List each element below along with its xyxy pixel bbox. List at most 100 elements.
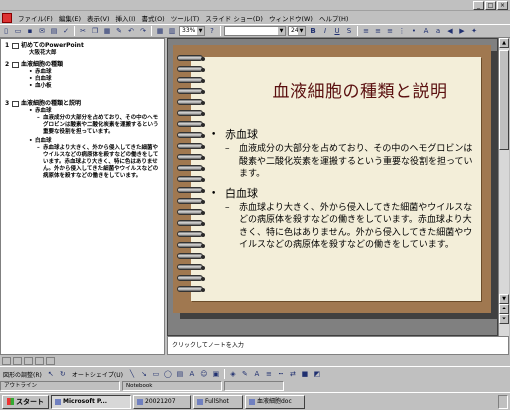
outline-slide-3[interactable]: 3 血液細胞の種類と説明 • 赤血球 – 血液成分の大部分を占めており、その中の… <box>1 100 164 180</box>
vertical-scrollbar[interactable]: ▲ ▼ ⏶ ⏷ <box>498 38 509 336</box>
scroll-up-icon[interactable]: ▲ <box>499 38 509 48</box>
font-color-icon[interactable]: A <box>252 369 262 379</box>
minimize-button[interactable]: _ <box>473 1 484 10</box>
new-icon[interactable]: ▯ <box>1 26 11 36</box>
line-icon[interactable]: ╲ <box>127 369 137 379</box>
taskbar-item[interactable]: Microsoft P... <box>51 394 131 409</box>
menu-tools[interactable]: ツール(T) <box>168 13 203 23</box>
spiral-ring <box>177 176 205 182</box>
menu-slideshow[interactable]: スライド ショー(D) <box>202 13 266 23</box>
taskbar-item[interactable]: 血液細胞doc <box>245 394 305 409</box>
spellcheck-icon[interactable]: ✓ <box>61 26 71 36</box>
menu-bar: ファイル(F) 編集(E) 表示(V) 挿入(I) 書式(O) ツール(T) ス… <box>0 11 510 24</box>
font-name-select[interactable]: ▼ <box>224 26 286 36</box>
select-icon[interactable]: ↖ <box>46 369 56 379</box>
outline-slide-1[interactable]: 1 初めてのPowerPoint 大阪花大郎 <box>1 42 164 57</box>
sorter-view-icon[interactable] <box>35 356 44 365</box>
menu-help[interactable]: ヘルプ(H) <box>316 13 351 23</box>
demote-icon[interactable]: ▶ <box>457 26 467 36</box>
slide-body[interactable]: • 赤血球 – 血液成分の大部分を占めており、その中のヘモグロビンは酸素や二酸化… <box>211 125 475 252</box>
shadow-icon[interactable]: S <box>344 26 354 36</box>
email-icon[interactable]: ✉ <box>37 26 47 36</box>
line-color-icon[interactable]: ✎ <box>240 369 250 379</box>
slide-canvas[interactable]: 血液細胞の種類と説明 • 赤血球 – 血液成分の大部分を占めており、その中のヘモ… <box>173 45 491 313</box>
open-icon[interactable]: ▭ <box>13 26 23 36</box>
outline-slide-title: 血液細胞の種類と説明 <box>21 100 82 107</box>
rectangle-icon[interactable]: ▭ <box>151 369 161 379</box>
scroll-thumb[interactable] <box>499 50 509 150</box>
start-button[interactable]: スタート <box>2 394 49 409</box>
menu-edit[interactable]: 編集(E) <box>56 13 84 23</box>
menu-window[interactable]: ウィンドウ(W) <box>266 13 316 23</box>
promote-icon[interactable]: ◀ <box>445 26 455 36</box>
redo-icon[interactable]: ↷ <box>138 26 148 36</box>
maximize-button[interactable]: □ <box>485 1 496 10</box>
close-button[interactable]: × <box>497 1 508 10</box>
numbering-icon[interactable]: ⋮ <box>397 26 407 36</box>
slideshow-view-icon[interactable] <box>46 356 55 365</box>
taskbar-item-label: 血液細胞doc <box>257 397 292 405</box>
paste-icon[interactable]: ▦ <box>102 26 112 36</box>
save-icon[interactable]: ▪ <box>25 26 35 36</box>
menu-format[interactable]: 書式(O) <box>139 13 168 23</box>
clipart-icon[interactable]: ☺ <box>199 369 209 379</box>
menu-insert[interactable]: 挿入(I) <box>113 13 139 23</box>
autoshape-menu-button[interactable]: オートシェイプ(U) <box>69 370 126 379</box>
bullet-detail: 赤血球より大きく、外から侵入してきた細菌やウイルスなどの病原体を殺すなどの働きを… <box>239 202 473 251</box>
notes-pane[interactable]: クリックしてノートを入力 <box>167 336 509 355</box>
taskbar-item[interactable]: 20021207 <box>133 394 191 409</box>
help-icon[interactable]: ? <box>207 26 217 36</box>
taskbar-item[interactable]: FullShot <box>193 394 243 409</box>
menu-view[interactable]: 表示(V) <box>84 13 113 23</box>
oval-icon[interactable]: ◯ <box>163 369 173 379</box>
normal-view-icon[interactable] <box>2 356 11 365</box>
print-icon[interactable]: ▤ <box>49 26 59 36</box>
slide-view-icon[interactable] <box>24 356 33 365</box>
rotate-icon[interactable]: ↻ <box>58 369 68 379</box>
bold-icon[interactable]: B <box>308 26 318 36</box>
previous-slide-icon[interactable]: ⏶ <box>499 304 509 314</box>
outline-line-text: 大阪花大郎 <box>29 50 57 56</box>
format-painter-icon[interactable]: ✎ <box>114 26 124 36</box>
font-size-select[interactable]: 24 ▼ <box>288 26 306 36</box>
fill-color-icon[interactable]: ◈ <box>228 369 238 379</box>
powerpoint-icon[interactable] <box>2 12 12 23</box>
bullet-level1: • 白血球 <box>211 187 475 201</box>
toolbar-separator <box>357 26 358 36</box>
dash-style-icon[interactable]: ┅ <box>276 369 286 379</box>
arrow-icon[interactable]: ↘ <box>139 369 149 379</box>
outline-pane[interactable]: 1 初めてのPowerPoint 大阪花大郎 2 血液細胞の種類 • 赤血球 •… <box>0 38 165 355</box>
undo-icon[interactable]: ↶ <box>126 26 136 36</box>
outline-slide-2[interactable]: 2 血液細胞の種類 • 赤血球 • 白血球 • 血小板 <box>1 61 164 90</box>
wordart-icon[interactable]: A <box>187 369 197 379</box>
animation-icon[interactable]: ✦ <box>469 26 479 36</box>
arrow-style-icon[interactable]: ⇄ <box>288 369 298 379</box>
line-style-icon[interactable]: ≡ <box>264 369 274 379</box>
menu-file[interactable]: ファイル(F) <box>15 13 56 23</box>
scroll-down-icon[interactable]: ▼ <box>499 294 509 304</box>
shadow-style-icon[interactable]: ■ <box>300 369 310 379</box>
outline-view-icon[interactable] <box>13 356 22 365</box>
insert-table-icon[interactable]: ▦ <box>155 26 165 36</box>
align-right-icon[interactable]: ≡ <box>385 26 395 36</box>
draw-menu-button[interactable]: 図形の調整(R) <box>0 370 45 379</box>
bullets-icon[interactable]: • <box>409 26 419 36</box>
slide-title[interactable]: 血液細胞の種類と説明 <box>245 77 475 102</box>
increase-font-icon[interactable]: A <box>421 26 431 36</box>
cut-icon[interactable]: ✂ <box>78 26 88 36</box>
align-center-icon[interactable]: ≡ <box>373 26 383 36</box>
picture-icon[interactable]: ▣ <box>211 369 221 379</box>
align-left-icon[interactable]: ≡ <box>361 26 371 36</box>
spiral-ring <box>177 154 205 160</box>
decrease-font-icon[interactable]: a <box>433 26 443 36</box>
zoom-select[interactable]: 33% ▼ <box>179 26 205 36</box>
insert-chart-icon[interactable]: ▥ <box>167 26 177 36</box>
3d-style-icon[interactable]: ◩ <box>312 369 322 379</box>
spiral-ring <box>177 110 205 116</box>
copy-icon[interactable]: ❐ <box>90 26 100 36</box>
underline-icon[interactable]: U <box>332 26 342 36</box>
italic-icon[interactable]: I <box>320 26 330 36</box>
next-slide-icon[interactable]: ⏷ <box>499 314 509 324</box>
spiral-ring <box>177 187 205 193</box>
textbox-icon[interactable]: ▤ <box>175 369 185 379</box>
